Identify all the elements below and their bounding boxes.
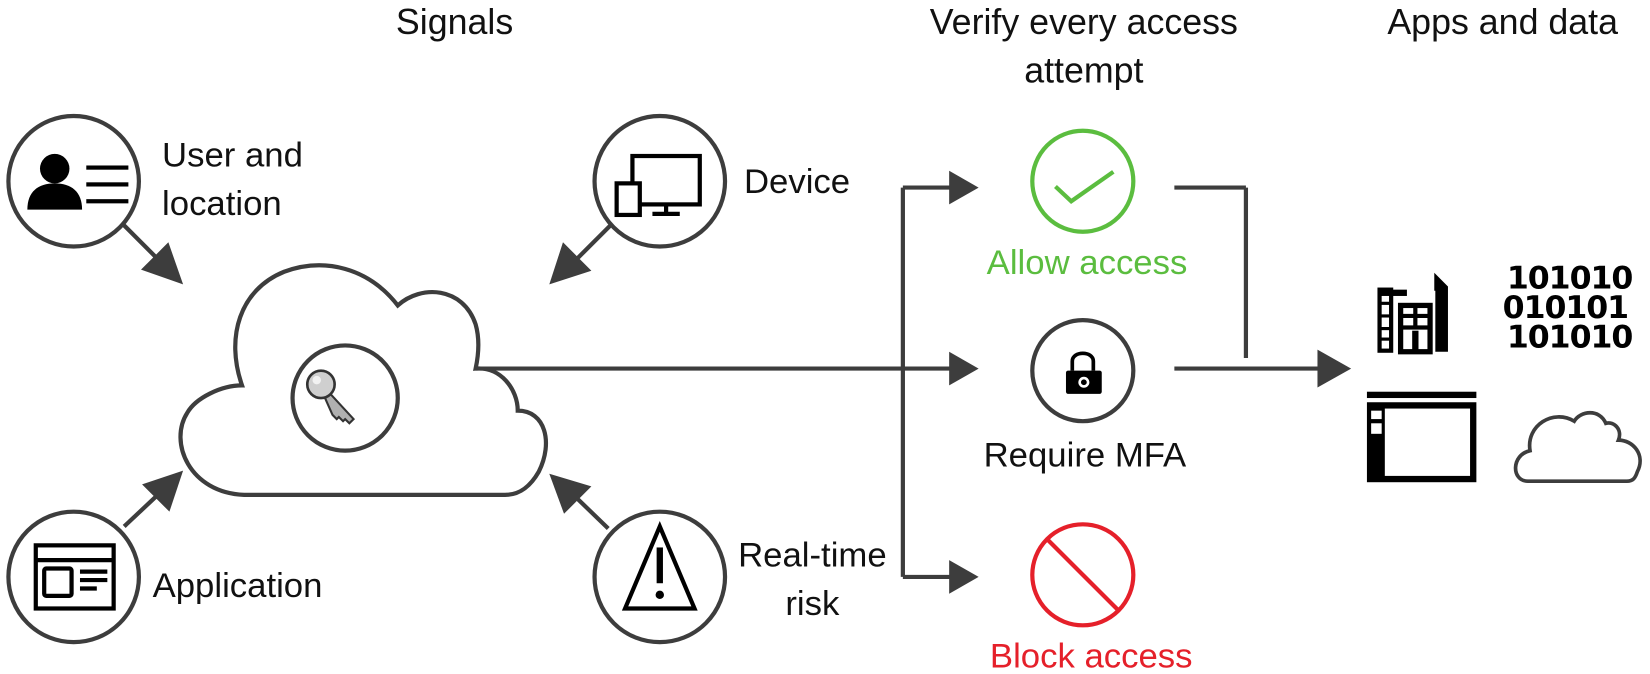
decision-label-allow: Allow access bbox=[987, 244, 1188, 282]
arrowhead bbox=[949, 560, 979, 594]
policy-engine-cloud bbox=[178, 263, 953, 497]
signal-label: Application bbox=[153, 567, 323, 605]
arrowhead bbox=[949, 351, 979, 386]
decision-label-mfa: Require MFA bbox=[984, 436, 1187, 474]
arrowhead bbox=[949, 170, 979, 205]
decision-branches bbox=[900, 170, 979, 594]
decision-allow: Allow access bbox=[987, 128, 1188, 282]
arrowhead bbox=[1317, 349, 1352, 388]
signal-label: Real-time bbox=[738, 536, 887, 574]
signal-label: risk bbox=[785, 585, 840, 623]
cloud-icon bbox=[1513, 410, 1642, 484]
decision-label-block: Block access bbox=[990, 637, 1193, 674]
signal-device: Device bbox=[549, 113, 850, 285]
binary-row: 101010 bbox=[1507, 320, 1632, 356]
signal-label: User and bbox=[162, 137, 303, 175]
merge-to-apps bbox=[1174, 185, 1352, 388]
decision-block: Block access bbox=[990, 522, 1193, 674]
binary-data-icon: 101010 010101 101010 bbox=[1503, 261, 1634, 356]
signal-label: Device bbox=[744, 163, 850, 201]
signal-real-time-risk: Real-time risk bbox=[549, 473, 887, 645]
signal-user-location: User and location bbox=[6, 113, 303, 285]
signal-label: location bbox=[162, 185, 282, 223]
apps-and-data: 101010 010101 101010 bbox=[1366, 261, 1642, 484]
app-window-icon bbox=[1366, 391, 1477, 483]
building-icon bbox=[1377, 272, 1448, 355]
header-signals: Signals bbox=[396, 2, 513, 42]
header-verify-line2: attempt bbox=[1024, 50, 1143, 90]
header-apps-and-data: Apps and data bbox=[1387, 2, 1618, 42]
conditional-access-diagram: Signals Verify every access attempt Apps… bbox=[6, 2, 1642, 674]
decision-mfa: Require MFA bbox=[984, 318, 1187, 474]
header-verify-line1: Verify every access bbox=[930, 2, 1238, 42]
